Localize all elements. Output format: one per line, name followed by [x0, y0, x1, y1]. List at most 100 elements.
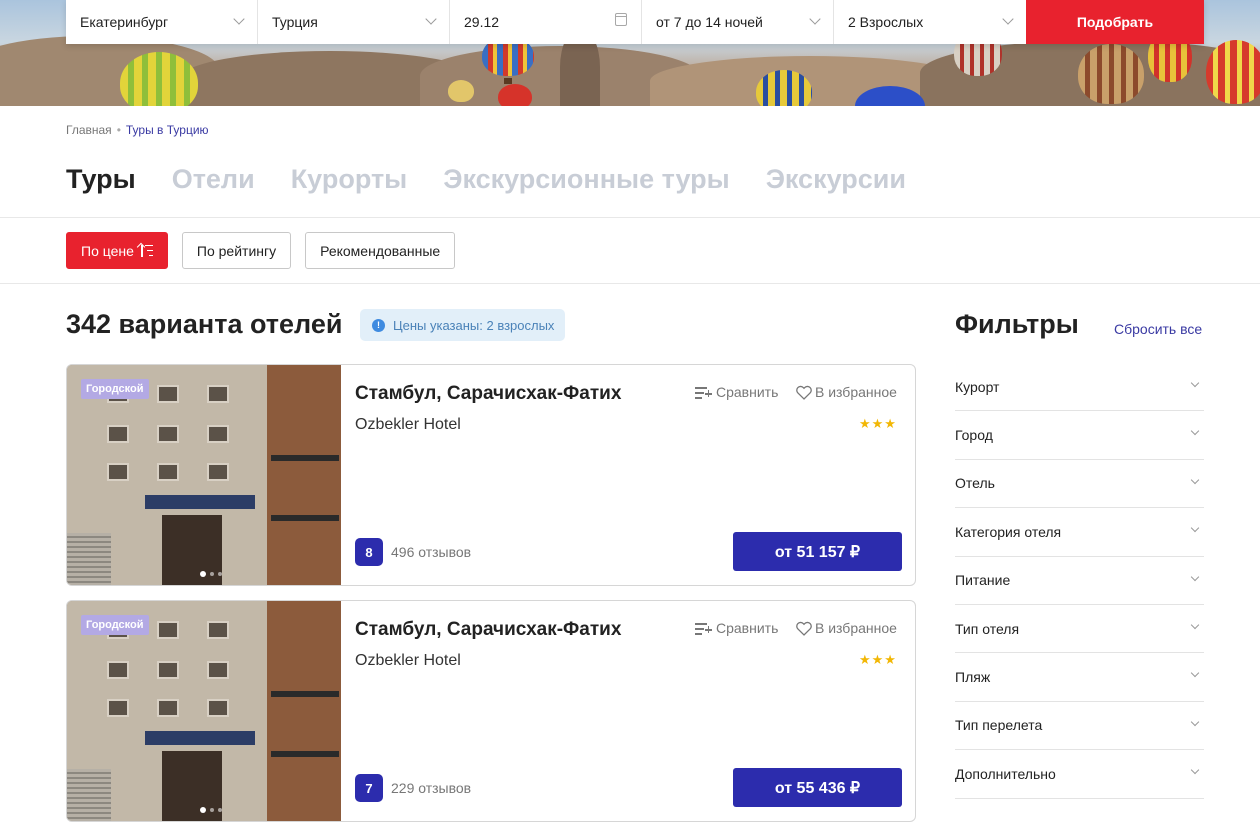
hot-air-balloon — [120, 52, 198, 106]
sort-by-price-button[interactable]: По цене — [66, 232, 168, 269]
breadcrumb-separator: • — [116, 123, 121, 137]
filter-city[interactable]: Город — [955, 411, 1204, 460]
tab-sightseeing-tours[interactable]: Экскурсионные туры — [443, 164, 729, 195]
photo-building-side — [267, 365, 341, 585]
favorite-button[interactable]: В избранное — [795, 384, 897, 400]
filter-hotel-category[interactable]: Категория отеля — [955, 508, 1204, 557]
hotel-name[interactable]: Ozbekler Hotel — [355, 652, 461, 670]
tour-search-bar: Екатеринбург Турция 29.12 от 7 до 14 ноч… — [66, 0, 1204, 44]
destination-country-value: Турция — [272, 14, 318, 30]
photo-pagination[interactable] — [200, 807, 222, 813]
tab-excursions[interactable]: Экскурсии — [766, 164, 906, 195]
chevron-down-icon — [1190, 620, 1200, 630]
filter-resort[interactable]: Курорт — [955, 363, 1204, 412]
filter-additional[interactable]: Дополнительно — [955, 750, 1204, 799]
filter-flight-type[interactable]: Тип перелета — [955, 702, 1204, 751]
photo-hotel-sign — [145, 731, 255, 745]
compare-list-icon — [695, 621, 713, 635]
favorite-button[interactable]: В избранное — [795, 620, 897, 636]
hotel-type-badge: Городской — [81, 615, 149, 635]
photo-window — [157, 661, 179, 679]
hotel-location-title[interactable]: Стамбул, Сарачисхак-Фатих — [355, 383, 621, 405]
nights-select[interactable]: от 7 до 14 ночей — [642, 0, 834, 44]
chevron-down-icon — [1002, 13, 1014, 25]
price-note-badge: ! Цены указаны: 2 взрослых — [360, 309, 566, 341]
category-tabs: Туры Отели Курорты Экскурсионные туры Эк… — [66, 164, 906, 195]
search-submit-button[interactable]: Подобрать — [1026, 0, 1204, 44]
filter-beach[interactable]: Пляж — [955, 653, 1204, 702]
hotel-photo[interactable]: Городской — [67, 601, 341, 821]
hotel-card[interactable]: Городской Стамбул, Сарачисхак-Фатих Ozbe… — [66, 600, 916, 822]
photo-balcony — [271, 751, 339, 757]
departure-date-value: 29.12 — [464, 14, 500, 30]
filter-label: Курорт — [955, 378, 1000, 395]
hotel-stars: ★★★ — [859, 652, 897, 667]
favorite-label: В избранное — [815, 384, 897, 400]
photo-window — [157, 463, 179, 481]
compare-label: Сравнить — [716, 620, 779, 636]
filters-title: Фильтры — [955, 309, 1079, 339]
photo-window — [107, 699, 129, 717]
info-icon: ! — [372, 318, 385, 332]
reset-filters-link[interactable]: Сбросить все — [1114, 321, 1202, 337]
compare-button[interactable]: Сравнить — [695, 384, 778, 400]
photo-balcony — [271, 691, 339, 697]
breadcrumb: Главная • Туры в Турцию — [66, 123, 209, 137]
chevron-down-icon — [1190, 475, 1200, 485]
chevron-down-icon — [1190, 378, 1200, 388]
departure-city-select[interactable]: Екатеринбург — [66, 0, 258, 44]
filter-label: Пляж — [955, 669, 991, 686]
photo-window — [157, 385, 179, 403]
hot-air-balloon — [1206, 40, 1260, 104]
sort-ascending-icon — [139, 244, 153, 257]
price-note-text: Цены указаны: 2 взрослых — [393, 317, 555, 333]
compare-list-icon — [695, 385, 713, 399]
tab-tours[interactable]: Туры — [66, 164, 136, 195]
photo-window — [107, 661, 129, 679]
hot-air-balloon — [498, 84, 532, 106]
destination-country-select[interactable]: Турция — [258, 0, 450, 44]
heart-icon — [796, 385, 812, 400]
hotel-name[interactable]: Ozbekler Hotel — [355, 416, 461, 434]
compare-button[interactable]: Сравнить — [695, 620, 778, 636]
reviews-link[interactable]: 496 отзывов — [391, 544, 471, 560]
departure-date-field[interactable]: 29.12 — [450, 0, 642, 44]
photo-pagination[interactable] — [200, 571, 222, 577]
sort-recommended-button[interactable]: Рекомендованные — [305, 232, 456, 269]
calendar-icon — [615, 13, 627, 26]
photo-window — [207, 699, 229, 717]
price-button[interactable]: от 55 436 ₽ — [733, 768, 902, 807]
breadcrumb-current[interactable]: Туры в Турцию — [126, 123, 209, 137]
sort-by-rating-button[interactable]: По рейтингу — [181, 232, 292, 269]
departure-city-value: Екатеринбург — [80, 14, 169, 30]
photo-window — [157, 425, 179, 443]
chevron-down-icon — [425, 13, 437, 25]
hotel-photo[interactable]: Городской — [67, 365, 341, 585]
photo-window — [207, 385, 229, 403]
tab-hotels[interactable]: Отели — [172, 164, 255, 195]
photo-building-side — [267, 601, 341, 821]
filter-hotel[interactable]: Отель — [955, 460, 1204, 509]
reviews-link[interactable]: 229 отзывов — [391, 780, 471, 796]
rating-badge: 8 — [355, 538, 383, 566]
hot-air-balloon — [1078, 44, 1144, 104]
chevron-down-icon — [1190, 523, 1200, 533]
photo-hotel-sign — [145, 495, 255, 509]
guests-select[interactable]: 2 Взрослых — [834, 0, 1026, 44]
price-button[interactable]: от 51 157 ₽ — [733, 532, 902, 571]
chevron-down-icon — [1190, 669, 1200, 678]
nights-value: от 7 до 14 ночей — [656, 14, 763, 30]
photo-window — [207, 463, 229, 481]
guests-value: 2 Взрослых — [848, 14, 924, 30]
filter-label: Отель — [955, 475, 995, 492]
photo-window — [157, 621, 179, 639]
filter-meals[interactable]: Питание — [955, 557, 1204, 605]
tab-resorts[interactable]: Курорты — [291, 164, 408, 195]
chevron-down-icon — [1190, 765, 1200, 775]
hotel-location-title[interactable]: Стамбул, Сарачисхак-Фатих — [355, 619, 621, 641]
hotel-card[interactable]: Городской Стамбул, Сарачисхак-Фатих Ozbe… — [66, 364, 916, 586]
filter-label: Тип перелета — [955, 717, 1043, 734]
breadcrumb-home-link[interactable]: Главная — [66, 123, 112, 137]
filter-hotel-type[interactable]: Тип отеля — [955, 605, 1204, 654]
filter-label: Дополнительно — [955, 765, 1056, 782]
